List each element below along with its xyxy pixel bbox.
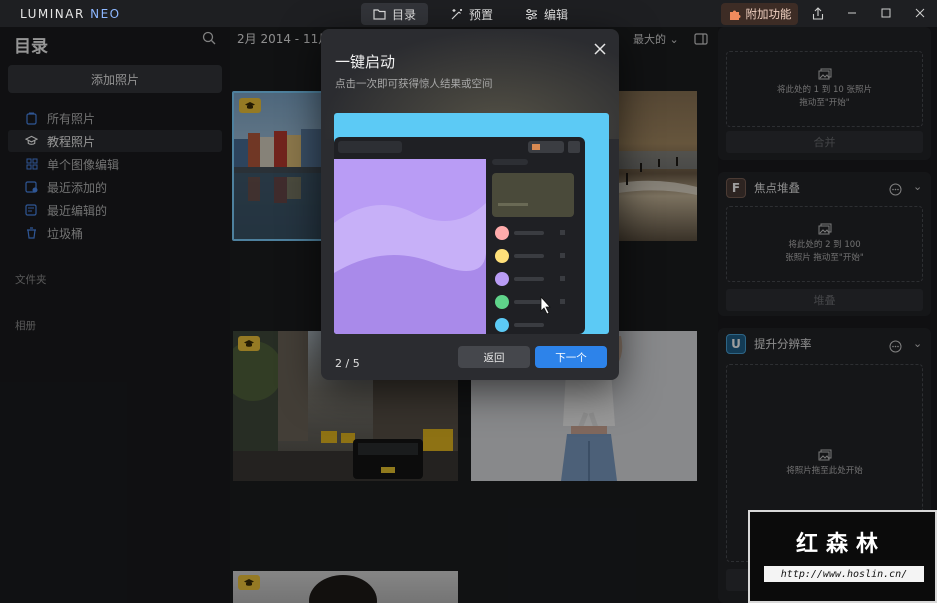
addons-button[interactable]: 附加功能: [721, 3, 798, 25]
close-icon: [915, 8, 925, 18]
tab-label: 目录: [392, 7, 417, 22]
watermark-url: http://www.hoslin.cn/: [764, 566, 924, 582]
maximize-button[interactable]: [876, 5, 896, 21]
close-icon: [594, 43, 606, 55]
minimize-button[interactable]: [842, 5, 862, 21]
dialog-subtitle: 点击一次即可获得惊人结果或空间: [335, 78, 493, 90]
app-logo: LUMINAR NEO: [20, 7, 121, 21]
maximize-icon: [881, 8, 891, 18]
tab-catalog[interactable]: 目录: [361, 3, 429, 25]
tab-presets[interactable]: 预置: [438, 3, 505, 25]
share-button[interactable]: [808, 5, 828, 21]
dialog-next-button[interactable]: 下一个: [535, 346, 607, 368]
tab-label: 编辑: [544, 7, 569, 22]
onboarding-dialog: 一键启动 点击一次即可获得惊人结果或空间 2 / 5 返回 下一个: [321, 29, 619, 380]
sliders-icon: [526, 8, 537, 20]
addons-label: 附加功能: [745, 7, 792, 21]
minimize-icon: [848, 12, 856, 14]
dialog-back-button[interactable]: 返回: [458, 346, 530, 368]
dialog-close-button[interactable]: [591, 40, 609, 58]
dialog-title: 一键启动: [335, 53, 396, 71]
tab-edit[interactable]: 编辑: [513, 3, 580, 25]
app-mockup-illustration: [334, 137, 585, 334]
puzzle-icon: [729, 10, 740, 20]
folder-icon: [373, 8, 386, 20]
dialog-page-indicator: 2 / 5: [335, 357, 360, 370]
onboarding-illustration: [334, 113, 609, 334]
tab-label: 预置: [469, 7, 494, 22]
sparkle-icon: [451, 8, 462, 19]
share-icon: [812, 6, 824, 20]
close-window-button[interactable]: [910, 5, 930, 21]
watermark-title: 红森林: [796, 532, 887, 557]
